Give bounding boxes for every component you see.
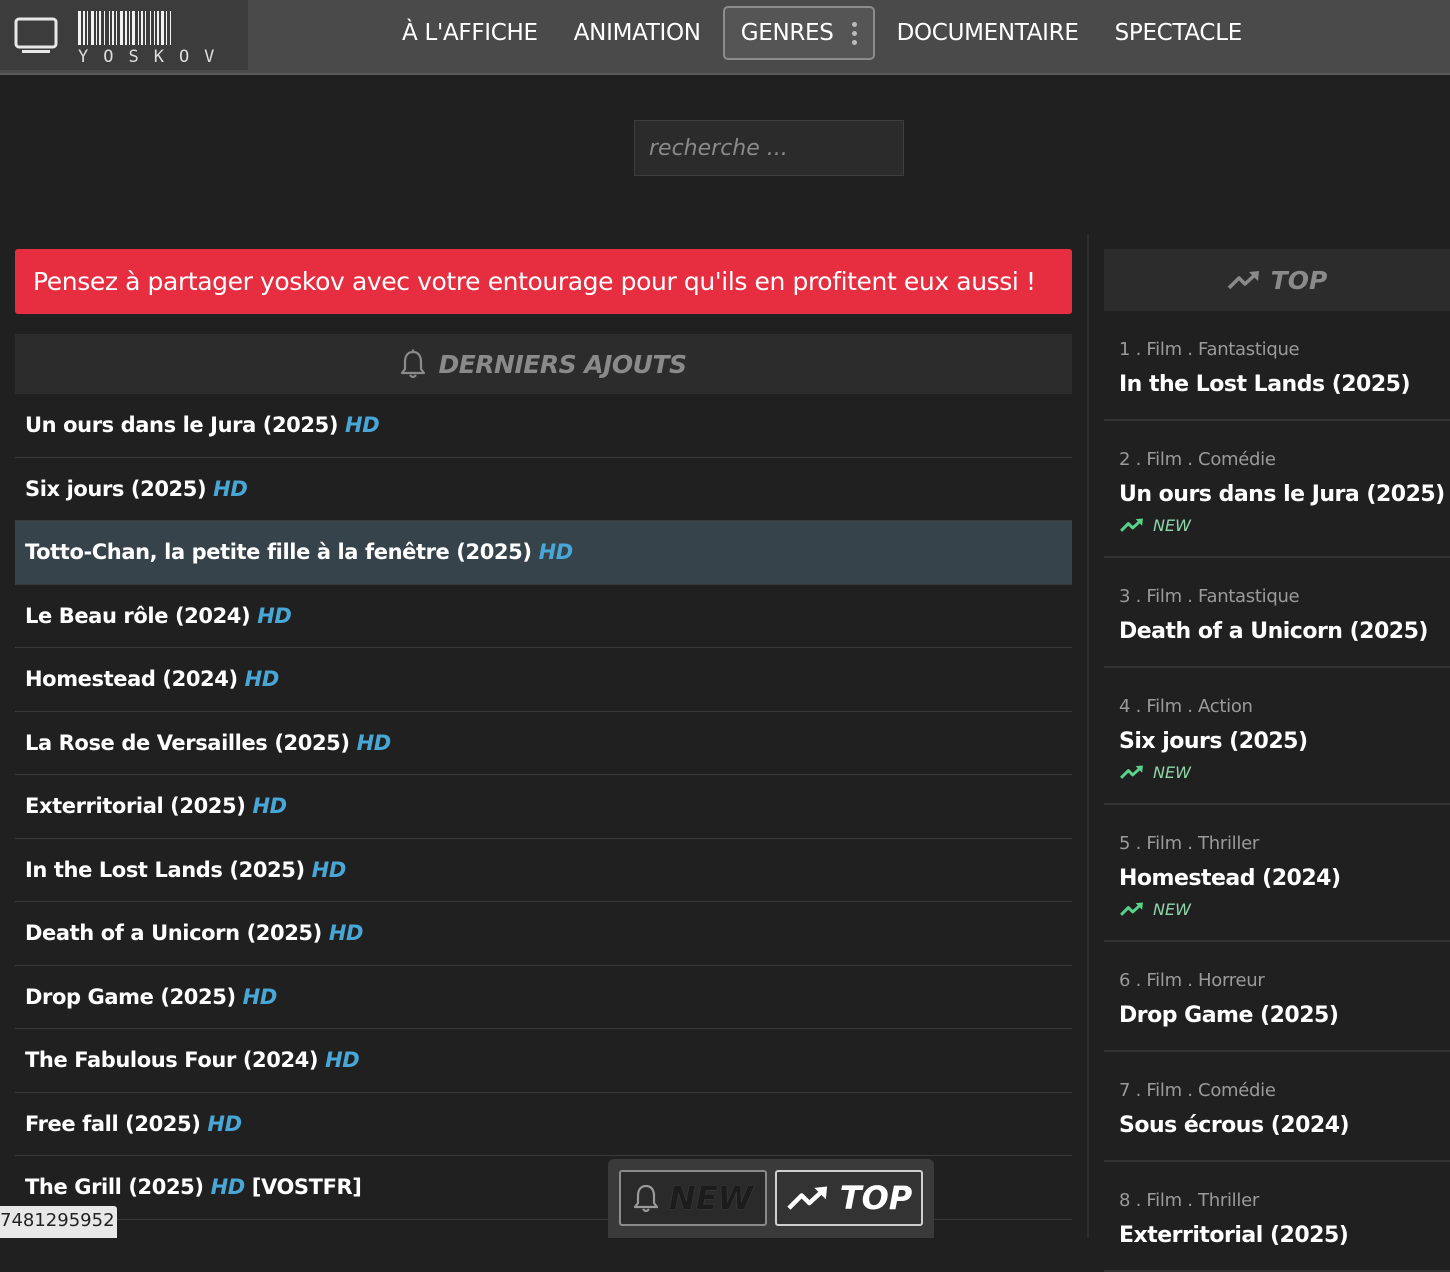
hd-badge: HD — [538, 540, 574, 565]
new-badge-label: NEW — [1153, 762, 1191, 782]
latest-title: DERNIERS AJOUTS — [438, 349, 687, 379]
navbar: YOSKOV À L'AFFICHE ANIMATION GENRES DOCU… — [0, 0, 1450, 75]
list-item[interactable]: Drop Game (2025) HD — [15, 966, 1072, 1029]
hd-badge: HD — [328, 921, 364, 946]
list-item[interactable]: The Fabulous Four (2024) HD — [15, 1029, 1072, 1093]
top-item-meta: 3 . Film . Fantastique — [1119, 586, 1300, 607]
trending-up-icon — [1227, 271, 1259, 290]
nav-item-documentaire[interactable]: DOCUMENTAIRE — [879, 6, 1097, 60]
genres-label: GENRES — [740, 20, 834, 46]
top-list-item[interactable]: 1 . Film . Fantastique In the Lost Lands … — [1104, 311, 1450, 421]
hd-badge: HD — [345, 413, 380, 438]
vostfr-tag: [VOSTFR] — [251, 1175, 362, 1200]
new-badge: NEW — [1119, 514, 1450, 536]
visit-counter: 7481295952 — [0, 1206, 117, 1238]
new-badge: NEW — [1119, 761, 1450, 783]
new-badge-label: NEW — [1153, 899, 1191, 919]
top-item-meta: 2 . Film . Comédie — [1119, 449, 1276, 470]
top-header: TOP — [1104, 249, 1450, 311]
nav-item-spectacle[interactable]: SPECTACLE — [1097, 6, 1260, 60]
top-list-item[interactable]: 3 . Film . Fantastique Death of a Unicorn… — [1104, 558, 1450, 668]
nav-item-animation[interactable]: ANIMATION — [556, 6, 719, 60]
list-item[interactable]: Le Beau rôle (2024) HD — [15, 585, 1072, 648]
list-item[interactable]: La Rose de Versailles (2025) HD — [15, 712, 1072, 775]
hd-badge: HD — [311, 857, 347, 882]
trending-up-icon — [1120, 765, 1143, 779]
list-item[interactable]: Exterritorial (2025) HD — [15, 775, 1072, 839]
nav-item-genres[interactable]: GENRES — [722, 6, 875, 60]
hd-badge: HD — [242, 984, 278, 1009]
hd-badge: HD — [257, 603, 292, 628]
hd-badge: HD — [356, 730, 392, 755]
bell-icon — [401, 349, 426, 379]
top-list-item[interactable]: 8 . Film . Thriller Exterritorial (2025) — [1104, 1162, 1450, 1272]
new-badge-label: NEW — [1153, 515, 1191, 535]
list-item[interactable]: Free fall (2025) HD — [15, 1093, 1072, 1156]
share-banner: Pensez à partager yoskov avec votre ento… — [15, 249, 1072, 314]
column-divider — [1087, 234, 1089, 1238]
hd-badge: HD — [244, 667, 280, 692]
top-item-title: In the Lost Lands (2025) — [1119, 372, 1411, 397]
top-item-title: Six jours (2025) — [1119, 729, 1308, 754]
brand-name: YOSKOV — [78, 47, 230, 67]
top-button-label: TOP — [839, 1179, 913, 1217]
top-list-item[interactable]: 4 . Film . Action Six jours (2025) NEW — [1104, 668, 1450, 805]
latest-header: DERNIERS AJOUTS — [15, 334, 1072, 394]
hd-badge: HD — [207, 1111, 242, 1136]
hd-badge: HD — [252, 794, 287, 819]
site-logo[interactable]: YOSKOV — [0, 0, 248, 70]
top-button[interactable]: TOP — [775, 1170, 923, 1226]
top-item-meta: 1 . Film . Fantastique — [1119, 339, 1300, 360]
top-item-title: Sous écrous (2024) — [1119, 1113, 1350, 1138]
tv-icon — [14, 17, 58, 53]
top-item-title: Drop Game (2025) — [1119, 1003, 1339, 1028]
trending-up-icon — [1120, 902, 1143, 916]
top-item-meta: 7 . Film . Comédie — [1119, 1080, 1276, 1101]
main-nav: À L'AFFICHE ANIMATION GENRES DOCUMENTAIR… — [384, 6, 1260, 60]
nav-item-affiche[interactable]: À L'AFFICHE — [384, 6, 556, 60]
top-list: 1 . Film . Fantastique In the Lost Lands … — [1104, 311, 1450, 1272]
top-list-item[interactable]: 5 . Film . Thriller Homestead (2024) NEW — [1104, 805, 1450, 942]
top-item-meta: 5 . Film . Thriller — [1119, 833, 1259, 854]
floating-bar: NEW TOP — [608, 1159, 934, 1238]
list-item[interactable]: Death of a Unicorn (2025) HD — [15, 902, 1072, 966]
top-list-item[interactable]: 7 . Film . Comédie Sous écrous (2024) — [1104, 1052, 1450, 1162]
new-button[interactable]: NEW — [619, 1170, 767, 1226]
list-item[interactable]: Totto-Chan, la petite fille à la fenêtre… — [15, 521, 1072, 585]
top-item-meta: 8 . Film . Thriller — [1119, 1190, 1259, 1211]
more-vertical-icon — [851, 21, 857, 45]
hd-badge: HD — [325, 1048, 360, 1073]
top-item-meta: 4 . Film . Action — [1119, 696, 1253, 717]
top-title: TOP — [1270, 265, 1328, 295]
top-item-title: Homestead (2024) — [1119, 866, 1341, 891]
hd-badge: HD — [210, 1175, 246, 1200]
trending-up-icon — [787, 1186, 827, 1210]
trending-up-icon — [1120, 518, 1143, 532]
bell-icon — [633, 1184, 659, 1213]
new-button-label: NEW — [669, 1179, 753, 1217]
list-item[interactable]: Six jours (2025) HD — [15, 458, 1072, 521]
list-item[interactable]: Homestead (2024) HD — [15, 648, 1072, 712]
list-item[interactable]: In the Lost Lands (2025) HD — [15, 839, 1072, 902]
top-item-title: Un ours dans le Jura (2025) — [1119, 482, 1445, 507]
new-badge: NEW — [1119, 898, 1450, 920]
search-input[interactable] — [634, 120, 904, 176]
top-item-title: Death of a Unicorn (2025) — [1119, 619, 1428, 644]
top-item-title: Exterritorial (2025) — [1119, 1223, 1349, 1248]
list-item[interactable]: Un ours dans le Jura (2025) HD — [15, 394, 1072, 458]
top-item-meta: 6 . Film . Horreur — [1119, 970, 1265, 991]
top-list-item[interactable]: 2 . Film . Comédie Un ours dans le Jura (… — [1104, 421, 1450, 558]
hd-badge: HD — [213, 476, 248, 501]
latest-list: Un ours dans le Jura (2025) HD Six jours … — [15, 394, 1072, 1220]
barcode-icon — [78, 11, 171, 45]
top-list-item[interactable]: 6 . Film . Horreur Drop Game (2025) — [1104, 942, 1450, 1052]
